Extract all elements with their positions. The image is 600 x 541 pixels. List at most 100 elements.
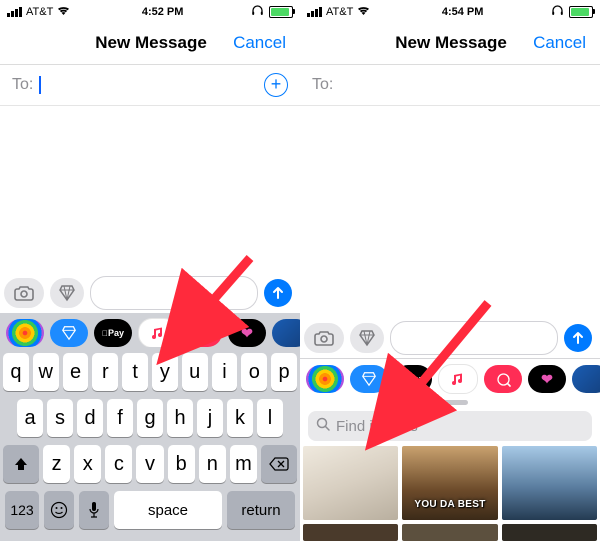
key-j[interactable]: j bbox=[197, 399, 223, 437]
dictation-key[interactable] bbox=[79, 491, 109, 529]
key-r[interactable]: r bbox=[92, 353, 118, 391]
gif-tile[interactable] bbox=[303, 524, 398, 541]
page-title: New Message bbox=[69, 33, 233, 53]
apple-pay-app-icon[interactable]: Pay bbox=[94, 319, 132, 347]
key-f[interactable]: f bbox=[107, 399, 133, 437]
clock-label: 4:54 PM bbox=[374, 6, 551, 18]
key-s[interactable]: s bbox=[47, 399, 73, 437]
music-app-icon[interactable] bbox=[438, 364, 478, 394]
app-drawer-button[interactable] bbox=[350, 323, 384, 353]
key-l[interactable]: l bbox=[257, 399, 283, 437]
app-drawer-button[interactable] bbox=[50, 278, 84, 308]
compose-bar bbox=[300, 318, 600, 358]
app-store-icon[interactable] bbox=[50, 319, 88, 347]
photos-app-icon[interactable] bbox=[306, 365, 344, 393]
status-bar: AT&T 4:54 PM bbox=[300, 0, 600, 22]
key-q[interactable]: q bbox=[3, 353, 29, 391]
extra-app-icon[interactable] bbox=[572, 365, 600, 393]
carrier-label: AT&T bbox=[326, 6, 353, 18]
gif-search-placeholder: Find images bbox=[336, 418, 418, 435]
key-v[interactable]: v bbox=[136, 445, 163, 483]
key-g[interactable]: g bbox=[137, 399, 163, 437]
numbers-key[interactable]: 123 bbox=[5, 491, 39, 529]
music-app-icon[interactable] bbox=[138, 318, 178, 348]
battery-icon bbox=[569, 6, 593, 18]
clock-label: 4:52 PM bbox=[74, 6, 251, 18]
key-h[interactable]: h bbox=[167, 399, 193, 437]
return-key[interactable]: return bbox=[227, 491, 295, 529]
gif-search-field[interactable]: Find images bbox=[308, 411, 592, 441]
key-o[interactable]: o bbox=[241, 353, 267, 391]
key-z[interactable]: z bbox=[43, 445, 70, 483]
app-strip: Pay ❤ bbox=[300, 358, 600, 399]
key-row-2: a s d f g h j k l bbox=[3, 399, 297, 437]
key-t[interactable]: t bbox=[122, 353, 148, 391]
gif-grid bbox=[300, 446, 600, 520]
key-p[interactable]: p bbox=[271, 353, 297, 391]
camera-button[interactable] bbox=[4, 278, 44, 308]
shift-key[interactable] bbox=[3, 445, 39, 483]
camera-button[interactable] bbox=[304, 323, 344, 353]
gif-tile[interactable] bbox=[402, 524, 497, 541]
digital-touch-app-icon[interactable]: ❤ bbox=[528, 365, 566, 393]
key-w[interactable]: w bbox=[33, 353, 59, 391]
cancel-button[interactable]: Cancel bbox=[533, 33, 586, 53]
to-label: To: bbox=[312, 76, 333, 94]
phone-right: AT&T 4:54 PM New Message Cancel To: Pay… bbox=[300, 0, 600, 541]
images-app-icon[interactable] bbox=[184, 319, 222, 347]
images-app-icon[interactable] bbox=[484, 365, 522, 393]
key-row-4: 123 space return bbox=[3, 491, 297, 529]
search-icon bbox=[316, 417, 330, 435]
page-title: New Message bbox=[369, 33, 533, 53]
cancel-button[interactable]: Cancel bbox=[233, 33, 286, 53]
key-a[interactable]: a bbox=[17, 399, 43, 437]
key-u[interactable]: u bbox=[182, 353, 208, 391]
key-c[interactable]: c bbox=[105, 445, 132, 483]
key-x[interactable]: x bbox=[74, 445, 101, 483]
signal-icon bbox=[307, 7, 322, 17]
key-d[interactable]: d bbox=[77, 399, 103, 437]
digital-touch-app-icon[interactable]: ❤ bbox=[228, 319, 266, 347]
photos-app-icon[interactable] bbox=[6, 319, 44, 347]
gif-tile[interactable] bbox=[402, 446, 497, 520]
send-button[interactable] bbox=[264, 279, 292, 307]
battery-icon bbox=[269, 6, 293, 18]
carrier-label: AT&T bbox=[26, 6, 53, 18]
backspace-key[interactable] bbox=[261, 445, 297, 483]
gif-tile[interactable] bbox=[303, 446, 398, 520]
add-contact-button[interactable] bbox=[264, 73, 288, 97]
to-field-row[interactable]: To: bbox=[300, 65, 600, 106]
status-bar: AT&T 4:52 PM bbox=[0, 0, 300, 22]
key-e[interactable]: e bbox=[63, 353, 89, 391]
key-row-1: q w e r t y u i o p bbox=[3, 353, 297, 391]
emoji-key[interactable] bbox=[44, 491, 74, 529]
key-b[interactable]: b bbox=[168, 445, 195, 483]
key-i[interactable]: i bbox=[212, 353, 238, 391]
nav-bar: New Message Cancel bbox=[0, 22, 300, 65]
to-label: To: bbox=[12, 76, 33, 94]
apple-pay-app-icon[interactable]: Pay bbox=[394, 365, 432, 393]
key-row-3: z x c v b n m bbox=[3, 445, 297, 483]
signal-icon bbox=[7, 7, 22, 17]
send-button[interactable] bbox=[564, 324, 592, 352]
nav-bar: New Message Cancel bbox=[300, 22, 600, 65]
gif-tile[interactable] bbox=[502, 446, 597, 520]
compose-bar bbox=[0, 273, 300, 313]
message-input[interactable] bbox=[90, 276, 258, 310]
extra-app-icon[interactable] bbox=[272, 319, 300, 347]
text-cursor bbox=[39, 76, 41, 94]
phone-left: AT&T 4:52 PM New Message Cancel To: Pay… bbox=[0, 0, 300, 541]
app-store-icon[interactable] bbox=[350, 365, 388, 393]
key-m[interactable]: m bbox=[230, 445, 257, 483]
key-k[interactable]: k bbox=[227, 399, 253, 437]
drawer-handle[interactable] bbox=[432, 400, 468, 405]
wifi-icon bbox=[357, 6, 370, 19]
space-key[interactable]: space bbox=[114, 491, 222, 529]
gif-tile[interactable] bbox=[502, 524, 597, 541]
key-y[interactable]: y bbox=[152, 353, 178, 391]
to-field-row[interactable]: To: bbox=[0, 65, 300, 106]
headphones-icon bbox=[551, 5, 564, 19]
keyboard: q w e r t y u i o p a s d f g h j k l z … bbox=[0, 347, 300, 541]
key-n[interactable]: n bbox=[199, 445, 226, 483]
message-input[interactable] bbox=[390, 321, 558, 355]
